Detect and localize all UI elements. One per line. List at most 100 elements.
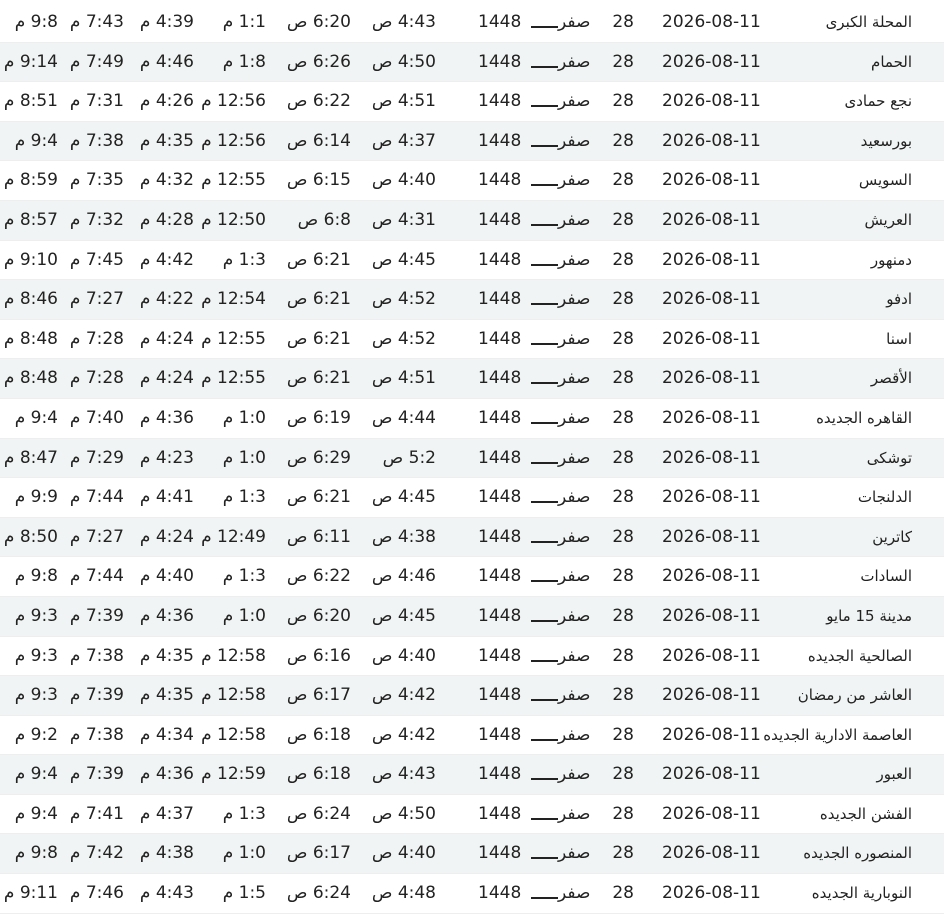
gregorian-date: 2026-08-11 bbox=[662, 328, 761, 349]
hijri-separator bbox=[531, 342, 558, 345]
fajr-time: 4:45 ص bbox=[371, 487, 436, 508]
hijri-day: 28 bbox=[612, 803, 634, 824]
hijri-separator bbox=[531, 817, 558, 820]
dhuhr-time: 1:3 م bbox=[222, 487, 266, 508]
fajr-time: 4:45 ص bbox=[371, 605, 436, 626]
isha-time: 9:4 م bbox=[14, 407, 58, 428]
fajr-time: 4:52 ص bbox=[371, 328, 436, 349]
fajr-time: 4:50 ص bbox=[371, 51, 436, 72]
fajr-time: 4:48 ص bbox=[371, 883, 436, 904]
isha-time: 9:3 م bbox=[14, 605, 58, 626]
dhuhr-time: 12:58 م bbox=[201, 724, 266, 745]
gregorian-date: 2026-08-11 bbox=[662, 249, 761, 270]
hijri-month: صفر bbox=[558, 447, 591, 468]
table-row: الأقصر 2026-08-11 1448 صفر 28 4:51 ص 6:2… bbox=[0, 359, 944, 399]
gregorian-date: 2026-08-11 bbox=[662, 645, 761, 666]
hijri-date: 1448 صفر 28 bbox=[478, 874, 634, 913]
dhuhr-time: 1:5 م bbox=[222, 883, 266, 904]
dhuhr-time: 1:0 م bbox=[222, 407, 266, 428]
hijri-day: 28 bbox=[612, 209, 634, 230]
fajr-time: 4:43 ص bbox=[371, 12, 436, 32]
hijri-month: صفر bbox=[558, 883, 591, 904]
table-row: توشكى 2026-08-11 1448 صفر 28 5:2 ص 6:29 … bbox=[0, 438, 944, 479]
sunrise-time: 6:15 ص bbox=[286, 170, 351, 191]
hijri-separator bbox=[531, 223, 558, 226]
asr-time: 4:35 م bbox=[139, 130, 194, 151]
hijri-month: صفر bbox=[558, 51, 591, 72]
asr-time: 4:35 م bbox=[139, 685, 194, 706]
hijri-month: صفر bbox=[558, 487, 591, 508]
maghrib-time: 7:38 م bbox=[69, 724, 124, 745]
city-name: ادفو bbox=[886, 290, 912, 309]
hijri-month: صفر bbox=[558, 368, 591, 389]
hijri-year: 1448 bbox=[478, 764, 522, 785]
fajr-time: 4:51 ص bbox=[371, 91, 436, 112]
sunrise-time: 6:18 ص bbox=[286, 724, 351, 745]
dhuhr-time: 12:55 م bbox=[201, 328, 266, 349]
hijri-separator bbox=[531, 184, 558, 187]
hijri-date: 1448 صفر 28 bbox=[478, 82, 634, 121]
maghrib-time: 7:27 م bbox=[69, 526, 124, 547]
hijri-month: صفر bbox=[558, 843, 591, 864]
gregorian-date: 2026-08-11 bbox=[662, 12, 761, 32]
hijri-day: 28 bbox=[612, 685, 634, 706]
table-row: السادات 2026-08-11 1448 صفر 28 4:46 ص 6:… bbox=[0, 557, 944, 597]
asr-time: 4:22 م bbox=[139, 289, 194, 310]
hijri-month: صفر bbox=[558, 803, 591, 824]
hijri-day: 28 bbox=[612, 526, 634, 547]
hijri-date: 1448 صفر 28 bbox=[478, 280, 634, 319]
asr-time: 4:32 م bbox=[139, 170, 194, 191]
fajr-time: 4:31 ص bbox=[371, 209, 436, 230]
maghrib-time: 7:42 م bbox=[69, 843, 124, 864]
hijri-month: صفر bbox=[558, 566, 591, 587]
asr-time: 4:24 م bbox=[139, 368, 194, 389]
fajr-time: 4:38 ص bbox=[371, 526, 436, 547]
gregorian-date: 2026-08-11 bbox=[662, 803, 761, 824]
hijri-month: صفر bbox=[558, 526, 591, 547]
asr-time: 4:35 م bbox=[139, 645, 194, 666]
gregorian-date: 2026-08-11 bbox=[662, 170, 761, 191]
dhuhr-time: 1:3 م bbox=[222, 566, 266, 587]
city-name: العريش bbox=[864, 210, 912, 229]
hijri-day: 28 bbox=[612, 368, 634, 389]
sunrise-time: 6:17 ص bbox=[286, 843, 351, 864]
hijri-separator bbox=[531, 461, 558, 464]
asr-time: 4:26 م bbox=[139, 91, 194, 112]
asr-time: 4:24 م bbox=[139, 328, 194, 349]
hijri-day: 28 bbox=[612, 12, 634, 32]
hijri-day: 28 bbox=[612, 487, 634, 508]
fajr-time: 4:42 ص bbox=[371, 724, 436, 745]
isha-time: 8:48 م bbox=[3, 328, 58, 349]
hijri-month: صفر bbox=[558, 12, 591, 32]
hijri-year: 1448 bbox=[478, 685, 522, 706]
isha-time: 9:14 م bbox=[3, 51, 58, 72]
hijri-date: 1448 صفر 28 bbox=[478, 597, 634, 636]
hijri-year: 1448 bbox=[478, 328, 522, 349]
dhuhr-time: 12:56 م bbox=[201, 91, 266, 112]
maghrib-time: 7:45 م bbox=[69, 249, 124, 270]
hijri-separator bbox=[531, 857, 558, 860]
sunrise-time: 6:21 ص bbox=[286, 289, 351, 310]
hijri-separator bbox=[531, 501, 558, 504]
gregorian-date: 2026-08-11 bbox=[662, 764, 761, 785]
table-row: دمنهور 2026-08-11 1448 صفر 28 4:45 ص 6:2… bbox=[0, 240, 944, 281]
hijri-date: 1448 صفر 28 bbox=[478, 3, 634, 42]
dhuhr-time: 1:3 م bbox=[222, 803, 266, 824]
hijri-separator bbox=[531, 738, 558, 741]
hijri-month: صفر bbox=[558, 130, 591, 151]
dhuhr-time: 1:0 م bbox=[222, 843, 266, 864]
asr-time: 4:28 م bbox=[139, 209, 194, 230]
hijri-separator bbox=[531, 778, 558, 781]
hijri-date: 1448 صفر 28 bbox=[478, 161, 634, 200]
isha-time: 9:2 م bbox=[14, 724, 58, 745]
gregorian-date: 2026-08-11 bbox=[662, 447, 761, 468]
fajr-time: 4:40 ص bbox=[371, 645, 436, 666]
city-name: نجع حمادى bbox=[844, 92, 912, 111]
maghrib-time: 7:46 م bbox=[69, 883, 124, 904]
hijri-year: 1448 bbox=[478, 605, 522, 626]
hijri-month: صفر bbox=[558, 328, 591, 349]
gregorian-date: 2026-08-11 bbox=[662, 51, 761, 72]
asr-time: 4:36 م bbox=[139, 407, 194, 428]
fajr-time: 4:42 ص bbox=[371, 685, 436, 706]
isha-time: 8:47 م bbox=[3, 447, 58, 468]
